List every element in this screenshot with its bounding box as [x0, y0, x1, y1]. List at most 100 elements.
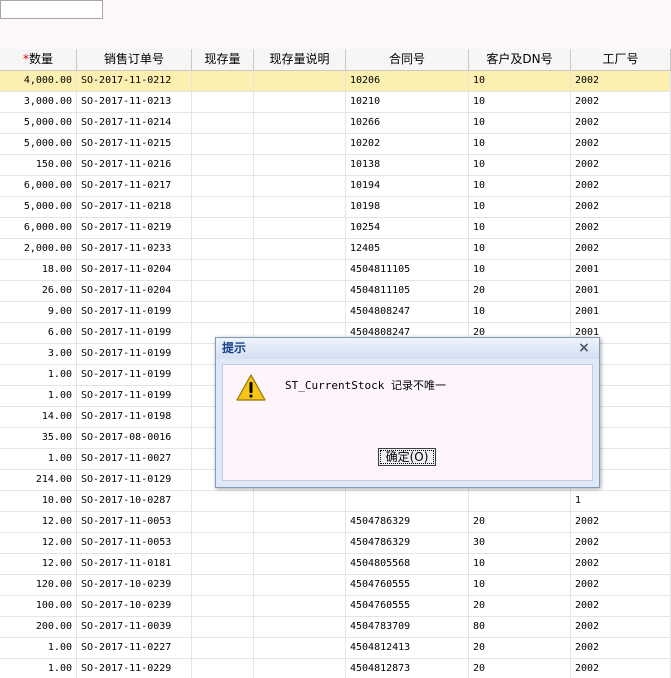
cell-customer-dn[interactable]: 10 — [469, 155, 571, 175]
cell-sales-order[interactable]: SO-2017-10-0287 — [77, 491, 192, 511]
cell-stock-desc[interactable] — [254, 596, 346, 616]
cell-stock[interactable] — [192, 239, 254, 259]
cell-stock[interactable] — [192, 176, 254, 196]
cell-stock[interactable] — [192, 113, 254, 133]
cell-factory[interactable]: 2002 — [571, 113, 671, 133]
cell-customer-dn[interactable]: 10 — [469, 197, 571, 217]
cell-customer-dn[interactable]: 10 — [469, 176, 571, 196]
cell-factory[interactable]: 1 — [571, 491, 671, 511]
cell-sales-order[interactable]: SO-2017-11-0199 — [77, 344, 192, 364]
cell-qty[interactable]: 10.00 — [0, 491, 77, 511]
cell-stock-desc[interactable] — [254, 197, 346, 217]
cell-contract[interactable]: 4504811105 — [346, 281, 469, 301]
cell-contract[interactable]: 4504808247 — [346, 302, 469, 322]
table-row[interactable]: 200.00 SO-2017-11-0039 4504783709 80 2002 — [0, 617, 671, 638]
table-row[interactable]: 2,000.00 SO-2017-11-0233 12405 10 2002 — [0, 239, 671, 260]
table-row[interactable]: 120.00 SO-2017-10-0239 4504760555 10 2002 — [0, 575, 671, 596]
cell-factory[interactable]: 2002 — [571, 218, 671, 238]
cell-stock[interactable] — [192, 134, 254, 154]
cell-stock-desc[interactable] — [254, 659, 346, 678]
cell-factory[interactable]: 2002 — [571, 554, 671, 574]
cell-stock[interactable] — [192, 491, 254, 511]
cell-stock-desc[interactable] — [254, 113, 346, 133]
table-row[interactable]: 5,000.00 SO-2017-11-0218 10198 10 2002 — [0, 197, 671, 218]
table-row[interactable]: 6,000.00 SO-2017-11-0219 10254 10 2002 — [0, 218, 671, 239]
cell-contract[interactable]: 10266 — [346, 113, 469, 133]
cell-qty[interactable]: 200.00 — [0, 617, 77, 637]
column-header-stock-desc[interactable]: 现存量说明 — [254, 49, 346, 70]
cell-stock[interactable] — [192, 92, 254, 112]
cell-customer-dn[interactable]: 20 — [469, 638, 571, 658]
cell-contract[interactable]: 4504786329 — [346, 512, 469, 532]
cell-customer-dn[interactable]: 20 — [469, 281, 571, 301]
dialog-titlebar[interactable]: 提示 × — [216, 338, 599, 359]
cell-customer-dn[interactable]: 10 — [469, 554, 571, 574]
table-row[interactable]: 3,000.00 SO-2017-11-0213 10210 10 2002 — [0, 92, 671, 113]
cell-qty[interactable]: 3,000.00 — [0, 92, 77, 112]
cell-sales-order[interactable]: SO-2017-11-0213 — [77, 92, 192, 112]
table-row[interactable]: 1.00 SO-2017-11-0229 4504812873 20 2002 — [0, 659, 671, 678]
cell-sales-order[interactable]: SO-2017-11-0216 — [77, 155, 192, 175]
cell-contract[interactable]: 4504811105 — [346, 260, 469, 280]
cell-qty[interactable]: 3.00 — [0, 344, 77, 364]
cell-factory[interactable]: 2002 — [571, 134, 671, 154]
cell-stock-desc[interactable] — [254, 638, 346, 658]
cell-stock[interactable] — [192, 281, 254, 301]
cell-customer-dn[interactable]: 10 — [469, 134, 571, 154]
cell-contract[interactable]: 4504812873 — [346, 659, 469, 678]
table-row[interactable]: 12.00 SO-2017-11-0053 4504786329 30 2002 — [0, 533, 671, 554]
cell-contract[interactable]: 10206 — [346, 71, 469, 91]
cell-sales-order[interactable]: SO-2017-11-0229 — [77, 659, 192, 678]
cell-contract[interactable]: 10202 — [346, 134, 469, 154]
cell-sales-order[interactable]: SO-2017-11-0198 — [77, 407, 192, 427]
cell-stock-desc[interactable] — [254, 134, 346, 154]
cell-customer-dn[interactable]: 10 — [469, 113, 571, 133]
cell-contract[interactable]: 10210 — [346, 92, 469, 112]
cell-qty[interactable]: 12.00 — [0, 533, 77, 553]
column-header-contract[interactable]: 合同号 — [346, 49, 469, 70]
column-header-sales-order[interactable]: 销售订单号 — [77, 49, 192, 70]
cell-stock-desc[interactable] — [254, 281, 346, 301]
cell-qty[interactable]: 6.00 — [0, 323, 77, 343]
cell-sales-order[interactable]: SO-2017-11-0039 — [77, 617, 192, 637]
cell-sales-order[interactable]: SO-2017-11-0129 — [77, 470, 192, 490]
cell-sales-order[interactable]: SO-2017-10-0239 — [77, 596, 192, 616]
cell-qty[interactable]: 2,000.00 — [0, 239, 77, 259]
cell-factory[interactable]: 2002 — [571, 512, 671, 532]
cell-stock-desc[interactable] — [254, 533, 346, 553]
cell-qty[interactable]: 100.00 — [0, 596, 77, 616]
cell-factory[interactable]: 2002 — [571, 596, 671, 616]
cell-sales-order[interactable]: SO-2017-11-0217 — [77, 176, 192, 196]
cell-sales-order[interactable]: SO-2017-11-0027 — [77, 449, 192, 469]
cell-stock-desc[interactable] — [254, 218, 346, 238]
cell-sales-order[interactable]: SO-2017-11-0204 — [77, 260, 192, 280]
table-row[interactable]: 150.00 SO-2017-11-0216 10138 10 2002 — [0, 155, 671, 176]
table-row[interactable]: 12.00 SO-2017-11-0053 4504786329 20 2002 — [0, 512, 671, 533]
cell-factory[interactable]: 2001 — [571, 302, 671, 322]
cell-stock-desc[interactable] — [254, 239, 346, 259]
cell-contract[interactable]: 4504812413 — [346, 638, 469, 658]
cell-qty[interactable]: 5,000.00 — [0, 134, 77, 154]
cell-stock-desc[interactable] — [254, 554, 346, 574]
cell-qty[interactable]: 1.00 — [0, 638, 77, 658]
cell-sales-order[interactable]: SO-2017-11-0181 — [77, 554, 192, 574]
table-row[interactable]: 12.00 SO-2017-11-0181 4504805568 10 2002 — [0, 554, 671, 575]
cell-stock[interactable] — [192, 197, 254, 217]
cell-contract[interactable]: 10254 — [346, 218, 469, 238]
cell-factory[interactable]: 2002 — [571, 71, 671, 91]
cell-sales-order[interactable]: SO-2017-11-0199 — [77, 365, 192, 385]
cell-stock[interactable] — [192, 155, 254, 175]
cell-qty[interactable]: 1.00 — [0, 659, 77, 678]
cell-factory[interactable]: 2002 — [571, 617, 671, 637]
cell-stock[interactable] — [192, 302, 254, 322]
cell-factory[interactable]: 2002 — [571, 659, 671, 678]
cell-stock-desc[interactable] — [254, 71, 346, 91]
cell-contract[interactable]: 4504786329 — [346, 533, 469, 553]
column-header-factory[interactable]: 工厂号 — [571, 49, 671, 70]
close-icon[interactable]: × — [577, 338, 591, 359]
cell-customer-dn[interactable]: 10 — [469, 575, 571, 595]
table-row[interactable]: 10.00 SO-2017-10-0287 1 — [0, 491, 671, 512]
cell-customer-dn[interactable]: 20 — [469, 512, 571, 532]
cell-customer-dn[interactable]: 10 — [469, 302, 571, 322]
cell-factory[interactable]: 2002 — [571, 239, 671, 259]
